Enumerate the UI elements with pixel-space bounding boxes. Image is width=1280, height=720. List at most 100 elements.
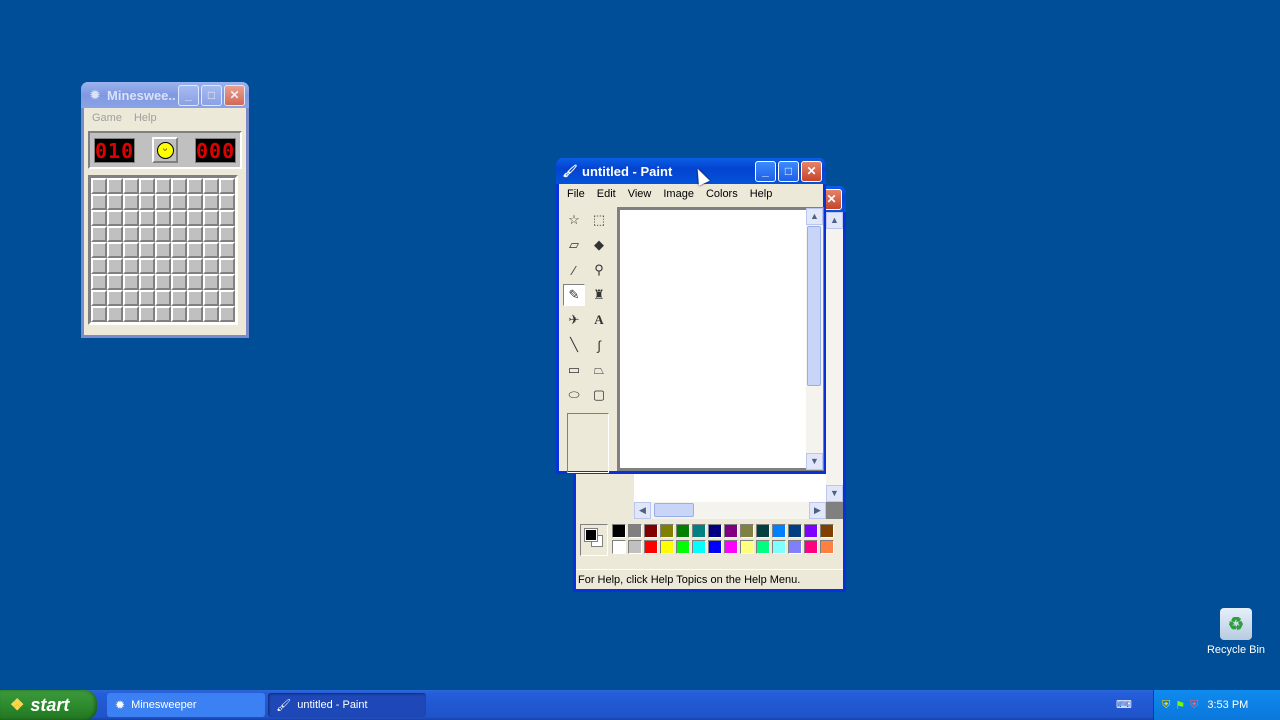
mine-cell[interactable] [107, 274, 123, 290]
mine-cell[interactable] [219, 210, 235, 226]
mine-cell[interactable] [219, 226, 235, 242]
palette-color-swatch[interactable] [772, 540, 786, 554]
mine-cell[interactable] [107, 242, 123, 258]
palette-color-swatch[interactable] [724, 540, 738, 554]
security-alert-icon[interactable]: ⛨ [1190, 699, 1198, 712]
select-icon[interactable]: ⬚ [588, 209, 610, 231]
mine-cell[interactable] [91, 210, 107, 226]
palette-color-swatch[interactable] [740, 524, 754, 538]
free-form-select-icon[interactable]: ☆ [563, 209, 585, 231]
mine-cell[interactable] [171, 274, 187, 290]
palette-color-swatch[interactable] [644, 524, 658, 538]
mine-cell[interactable] [203, 194, 219, 210]
close-button[interactable]: ✕ [224, 84, 245, 106]
mine-cell[interactable] [155, 210, 171, 226]
mine-cell[interactable] [171, 306, 187, 322]
eraser-icon[interactable]: ▱ [563, 234, 585, 256]
mine-cell[interactable] [123, 258, 139, 274]
scroll-up-icon[interactable]: ▲ [806, 208, 823, 225]
palette-color-swatch[interactable] [708, 540, 722, 554]
menu-edit[interactable]: Edit [591, 188, 622, 200]
minimize-button[interactable]: _ [755, 160, 776, 182]
rounded-rectangle-icon[interactable]: ▢ [588, 384, 610, 406]
mine-cell[interactable] [219, 178, 235, 194]
palette-color-swatch[interactable] [756, 524, 770, 538]
mine-cell[interactable] [203, 290, 219, 306]
mine-cell[interactable] [139, 274, 155, 290]
mine-cell[interactable] [123, 226, 139, 242]
mine-cell[interactable] [219, 194, 235, 210]
mine-cell[interactable] [123, 274, 139, 290]
mine-cell[interactable] [91, 290, 107, 306]
palette-color-swatch[interactable] [692, 540, 706, 554]
minesweeper-window[interactable]: ✹ Mineswee... _ □ ✕ Game Help 010 ᵕ 000 [81, 82, 249, 338]
palette-color-swatch[interactable] [660, 540, 674, 554]
mine-cell[interactable] [203, 306, 219, 322]
mine-cell[interactable] [187, 226, 203, 242]
pick-color-icon[interactable]: ⁄ [563, 259, 585, 281]
palette-color-swatch[interactable] [692, 524, 706, 538]
mine-cell[interactable] [171, 210, 187, 226]
mine-cell[interactable] [187, 274, 203, 290]
palette-color-swatch[interactable] [756, 540, 770, 554]
mine-cell[interactable] [219, 258, 235, 274]
mine-cell[interactable] [187, 210, 203, 226]
mine-cell[interactable] [203, 258, 219, 274]
palette-color-swatch[interactable] [628, 524, 642, 538]
vertical-scroll-thumb[interactable] [807, 226, 821, 386]
mine-cell[interactable] [123, 194, 139, 210]
mine-cell[interactable] [139, 306, 155, 322]
mine-cell[interactable] [91, 178, 107, 194]
palette-color-swatch[interactable] [644, 540, 658, 554]
scroll-left-icon[interactable]: ◀ [634, 502, 651, 519]
palette-color-swatch[interactable] [740, 540, 754, 554]
start-button[interactable]: ❖ start [0, 690, 97, 720]
mine-cell[interactable] [107, 226, 123, 242]
polygon-icon[interactable]: ⏢ [588, 359, 610, 381]
new-game-smiley-button[interactable]: ᵕ [152, 137, 178, 163]
mine-cell[interactable] [91, 258, 107, 274]
mine-cell[interactable] [123, 210, 139, 226]
palette-color-swatch[interactable] [660, 524, 674, 538]
scroll-down-icon[interactable]: ▼ [826, 485, 843, 502]
airbrush-icon[interactable]: ✈ [563, 309, 585, 331]
taskbar-item-paint[interactable]: 🖌 untitled - Paint [268, 693, 426, 717]
mine-cell[interactable] [203, 274, 219, 290]
minesweeper-titlebar[interactable]: ✹ Mineswee... _ □ ✕ [81, 82, 249, 108]
palette-color-swatch[interactable] [804, 540, 818, 554]
mine-cell[interactable] [219, 242, 235, 258]
text-icon[interactable]: A [588, 309, 610, 331]
mine-cell[interactable] [91, 226, 107, 242]
minimize-button[interactable]: _ [178, 84, 199, 106]
palette-color-swatch[interactable] [788, 540, 802, 554]
mine-cell[interactable] [123, 306, 139, 322]
mine-cell[interactable] [107, 178, 123, 194]
palette-color-swatch[interactable] [724, 524, 738, 538]
scroll-down-icon[interactable]: ▼ [806, 453, 823, 470]
minefield-grid[interactable] [88, 175, 238, 325]
mine-cell[interactable] [107, 290, 123, 306]
mine-cell[interactable] [187, 290, 203, 306]
mine-cell[interactable] [139, 178, 155, 194]
mine-cell[interactable] [123, 178, 139, 194]
mine-cell[interactable] [203, 178, 219, 194]
clock[interactable]: 3:53 PM [1207, 699, 1248, 711]
line-icon[interactable]: ╲ [563, 334, 585, 356]
mine-cell[interactable] [171, 258, 187, 274]
taskbar-item-minesweeper[interactable]: ✹ Minesweeper [107, 693, 265, 717]
vertical-scrollbar[interactable]: ▲ ▼ [826, 212, 843, 502]
magnifier-icon[interactable]: ⚲ [588, 259, 610, 281]
pencil-icon[interactable]: ✎ [563, 284, 585, 306]
mine-cell[interactable] [139, 194, 155, 210]
mine-cell[interactable] [187, 306, 203, 322]
mine-cell[interactable] [187, 258, 203, 274]
mine-cell[interactable] [171, 178, 187, 194]
mine-cell[interactable] [219, 274, 235, 290]
mine-cell[interactable] [107, 306, 123, 322]
mine-cell[interactable] [171, 242, 187, 258]
horizontal-scrollbar[interactable]: ◀ ▶ [634, 502, 826, 519]
mine-cell[interactable] [155, 258, 171, 274]
mine-cell[interactable] [91, 194, 107, 210]
mine-cell[interactable] [187, 242, 203, 258]
rectangle-icon[interactable]: ▭ [563, 359, 585, 381]
